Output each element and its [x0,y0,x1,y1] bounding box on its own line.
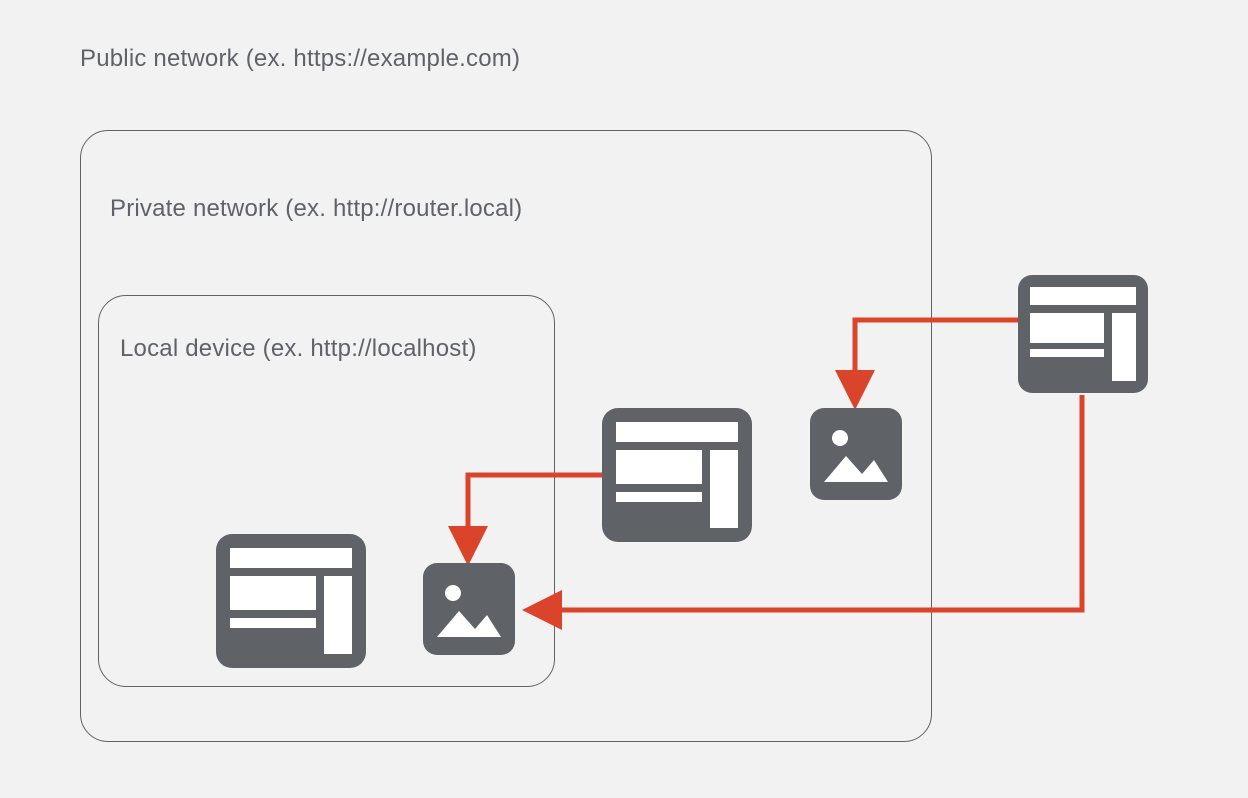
image-private [810,408,902,505]
image-local [423,563,515,660]
diagram-canvas: Public network (ex. https://example.com)… [0,0,1248,798]
browser-private [602,408,752,547]
browser-public [1018,275,1148,398]
public-network-label: Public network (ex. https://example.com) [80,45,520,73]
image-icon [423,563,515,655]
browser-local [216,534,366,673]
private-network-label: Private network (ex. http://router.local… [110,195,522,223]
browser-icon [216,534,366,668]
browser-icon [1018,275,1148,393]
local-device-label: Local device (ex. http://localhost) [120,335,477,363]
browser-icon [602,408,752,542]
image-icon [810,408,902,500]
